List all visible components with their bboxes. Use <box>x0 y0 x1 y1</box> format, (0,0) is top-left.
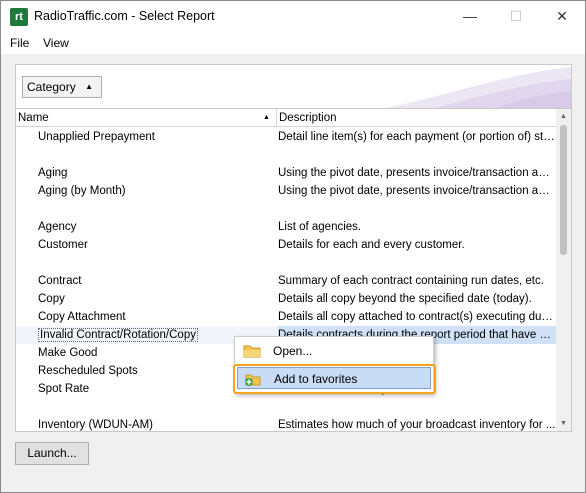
report-name: Copy Attachment <box>38 308 274 326</box>
content-area: Category ▲ Name ▲ Description Unapplied … <box>1 54 585 492</box>
report-name-text: Copy <box>38 293 65 305</box>
group-by-panel: Category ▲ <box>15 64 572 108</box>
report-name-text: Agency <box>38 221 77 233</box>
context-menu-open[interactable]: Open... <box>237 340 431 362</box>
vertical-scrollbar[interactable]: ▲ ▼ <box>556 109 571 431</box>
maximize-button: ☐ <box>509 8 523 24</box>
context-menu-open-label: Open... <box>273 344 313 358</box>
category-group-row[interactable]: ▼Category: Clients <box>16 200 557 218</box>
report-description: Using the pivot date, presents invoice/t… <box>278 185 556 197</box>
report-row[interactable]: Customer Details for each and every custo… <box>16 236 557 254</box>
report-name-text: Unapplied Prepayment <box>38 131 155 143</box>
report-description: Summary of each contract containing run … <box>278 275 544 287</box>
report-description: List of agencies. <box>278 221 362 233</box>
scroll-down-icon[interactable]: ▼ <box>556 416 571 431</box>
scroll-thumb[interactable] <box>560 125 567 255</box>
report-description: Using the pivot date, presents invoice/t… <box>278 167 556 179</box>
report-description: Details all copy attached to contract(s)… <box>278 311 556 323</box>
report-row[interactable]: Inventory (WDUN-AM) Estimates how much of… <box>16 416 557 431</box>
menu-view[interactable]: View <box>43 36 69 50</box>
column-header-name[interactable]: Name <box>16 109 276 127</box>
report-row[interactable]: Aging Using the pivot date, presents invo… <box>16 164 557 182</box>
report-name-text: Customer <box>38 239 88 251</box>
report-name: Unapplied Prepayment <box>38 128 274 146</box>
category-group-button[interactable]: Category ▲ <box>22 76 102 98</box>
column-header-description[interactable]: Description <box>277 109 557 127</box>
report-name-text: Inventory (WDUN-AM) <box>38 419 154 431</box>
report-name-text: Aging (by Month) <box>38 185 126 197</box>
report-name-text: Spot Rate <box>38 383 90 395</box>
folder-icon <box>243 345 261 358</box>
report-name-text: Aging <box>38 167 68 179</box>
minimize-button[interactable]: — <box>447 1 493 32</box>
highlight-annotation <box>233 364 436 394</box>
launch-button[interactable]: Launch... <box>15 442 89 465</box>
report-name: Customer <box>38 236 274 254</box>
sort-up-icon: ▲ <box>263 114 270 121</box>
report-name-text: Copy Attachment <box>38 311 126 323</box>
scroll-up-icon[interactable]: ▲ <box>556 109 571 124</box>
sort-ascending-icon: ▲ <box>85 82 93 91</box>
title-bar: rt RadioTraffic.com - Select Report — ☐ … <box>1 1 585 32</box>
report-name: Aging <box>38 164 274 182</box>
category-group-row[interactable]: ▼Category: Inventory <box>16 398 557 416</box>
category-group-row[interactable]: ▼Category: Aging <box>16 146 557 164</box>
menu-bar: File View <box>1 32 585 54</box>
report-name: Agency <box>38 218 274 236</box>
report-row[interactable]: Aging (by Month) Using the pivot date, pr… <box>16 182 557 200</box>
report-name: Copy <box>38 290 274 308</box>
window-title: RadioTraffic.com - Select Report <box>34 9 215 23</box>
report-row[interactable]: Contract Summary of each contract contain… <box>16 272 557 290</box>
report-description: Details for each and every customer. <box>278 239 465 251</box>
report-row[interactable]: Copy Details all copy beyond the specifie… <box>16 290 557 308</box>
report-row[interactable]: Unapplied Prepayment Detail line item(s) … <box>16 128 557 146</box>
report-row[interactable]: Copy Attachment Details all copy attached… <box>16 308 557 326</box>
report-description: Details all copy beyond the specified da… <box>278 293 532 305</box>
grid-header: Name ▲ Description <box>16 109 557 127</box>
report-row[interactable]: Agency List of agencies. <box>16 218 557 236</box>
decorative-swoosh <box>385 67 571 108</box>
report-name-text: Contract <box>38 275 82 287</box>
app-logo-icon: rt <box>10 8 28 26</box>
report-name: Inventory (WDUN-AM) <box>38 416 274 431</box>
report-description: Detail line item(s) for each payment (or… <box>278 131 556 143</box>
report-description: Estimates how much of your broadcast inv… <box>278 419 556 431</box>
report-name: Contract <box>38 272 274 290</box>
menu-file[interactable]: File <box>10 36 29 50</box>
category-group-label: Category <box>27 80 76 94</box>
category-group-row[interactable]: ▼Category: Contracts <box>16 254 557 272</box>
report-name-text: Make Good <box>38 347 98 359</box>
report-name: Aging (by Month) <box>38 182 274 200</box>
close-button[interactable]: ✕ <box>539 1 585 32</box>
report-name-text: Invalid Contract/Rotation/Copy <box>38 328 198 342</box>
select-report-window: rt RadioTraffic.com - Select Report — ☐ … <box>0 0 586 493</box>
report-name-text: Rescheduled Spots <box>38 365 138 377</box>
